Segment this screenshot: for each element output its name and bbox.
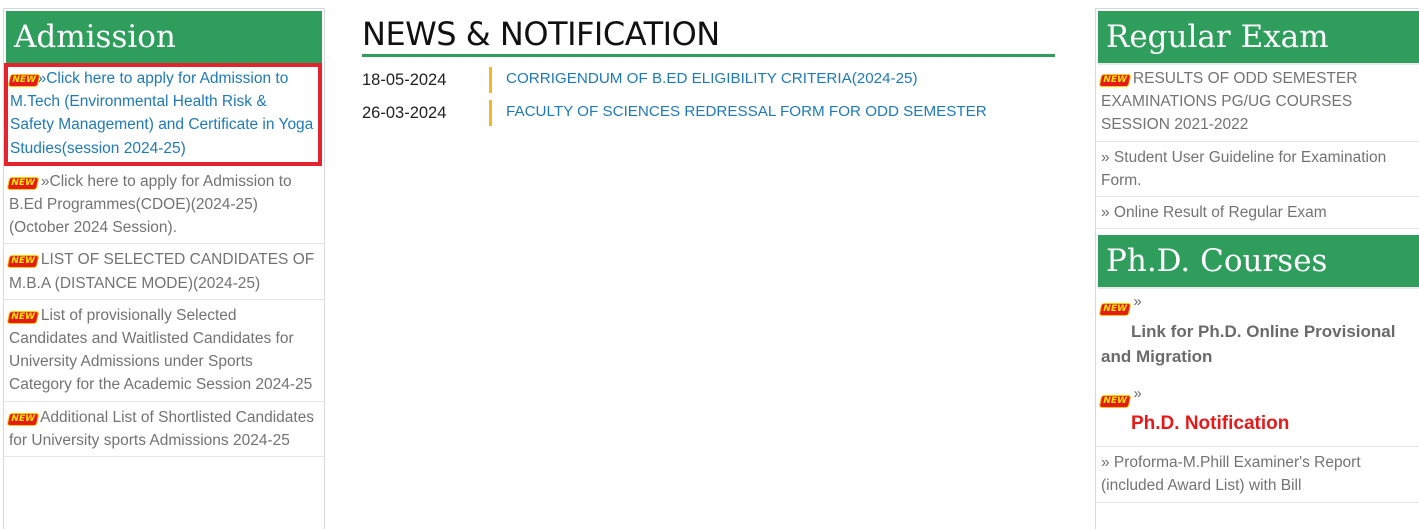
- chevron-right-icon: »: [1133, 385, 1142, 403]
- new-icon: NEW: [8, 75, 39, 86]
- news-row: 26-03-2024 FACULTY OF SCIENCES REDRESSAL…: [362, 99, 1062, 132]
- admission-panel: Admission NEW»Click here to apply for Ad…: [3, 8, 325, 529]
- phd-title: Ph.D. Courses: [1098, 235, 1419, 288]
- regular-exam-list: NEW RESULTS OF ODD SEMESTER EXAMINATIONS…: [1096, 63, 1419, 230]
- news-list: 18-05-2024 CORRIGENDUM OF B.ED ELIGIBILI…: [362, 66, 1062, 132]
- admission-item-mtech[interactable]: NEW»Click here to apply for Admission to…: [4, 63, 322, 166]
- new-icon: NEW: [1099, 304, 1130, 316]
- news-row: 18-05-2024 CORRIGENDUM OF B.ED ELIGIBILI…: [362, 66, 1062, 99]
- regular-exam-title: Regular Exam: [1098, 11, 1419, 63]
- admission-item-mba[interactable]: NEW LIST OF SELECTED CANDIDATES OF M.B.A…: [4, 244, 324, 300]
- admission-item-sports-additional[interactable]: NEW Additional List of Shortlisted Candi…: [4, 402, 324, 458]
- exam-item-guideline[interactable]: » Student User Guideline for Examination…: [1096, 142, 1419, 198]
- phd-item-provisional[interactable]: NEW » Link for Ph.D. Online Provisional …: [1096, 287, 1419, 379]
- new-icon: NEW: [7, 177, 38, 189]
- new-icon: NEW: [7, 256, 38, 268]
- admission-item-bed[interactable]: NEW »Click here to apply for Admission t…: [4, 166, 324, 245]
- phd-item-proforma[interactable]: » Proforma-M.Phill Examiner's Report (in…: [1096, 446, 1419, 503]
- phd-item-notification[interactable]: NEW » Ph.D. Notification: [1096, 379, 1419, 446]
- news-divider: [489, 67, 492, 93]
- news-link[interactable]: FACULTY OF SCIENCES REDRESSAL FORM FOR O…: [506, 99, 987, 125]
- admission-list: NEW»Click here to apply for Admission to…: [4, 63, 324, 458]
- admission-title: Admission: [6, 11, 322, 63]
- new-icon: NEW: [1099, 396, 1130, 408]
- news-title: NEWS & NOTIFICATION: [362, 14, 1055, 57]
- exam-item-results[interactable]: NEW RESULTS OF ODD SEMESTER EXAMINATIONS…: [1096, 63, 1419, 142]
- new-icon: NEW: [1099, 75, 1130, 86]
- news-link[interactable]: CORRIGENDUM OF B.ED ELIGIBILITY CRITERIA…: [506, 66, 918, 92]
- chevron-right-icon: »: [1133, 293, 1142, 311]
- news-date: 18-05-2024: [362, 71, 447, 89]
- news-divider: [489, 100, 492, 126]
- new-icon: NEW: [7, 311, 38, 323]
- news-date: 26-03-2024: [362, 104, 447, 122]
- new-icon: NEW: [7, 413, 38, 425]
- exam-panel: Regular Exam NEW RESULTS OF ODD SEMESTER…: [1095, 8, 1419, 529]
- admission-item-sports-selected[interactable]: NEW List of provisionally Selected Candi…: [4, 300, 324, 402]
- exam-item-online-result[interactable]: » Online Result of Regular Exam: [1096, 197, 1419, 230]
